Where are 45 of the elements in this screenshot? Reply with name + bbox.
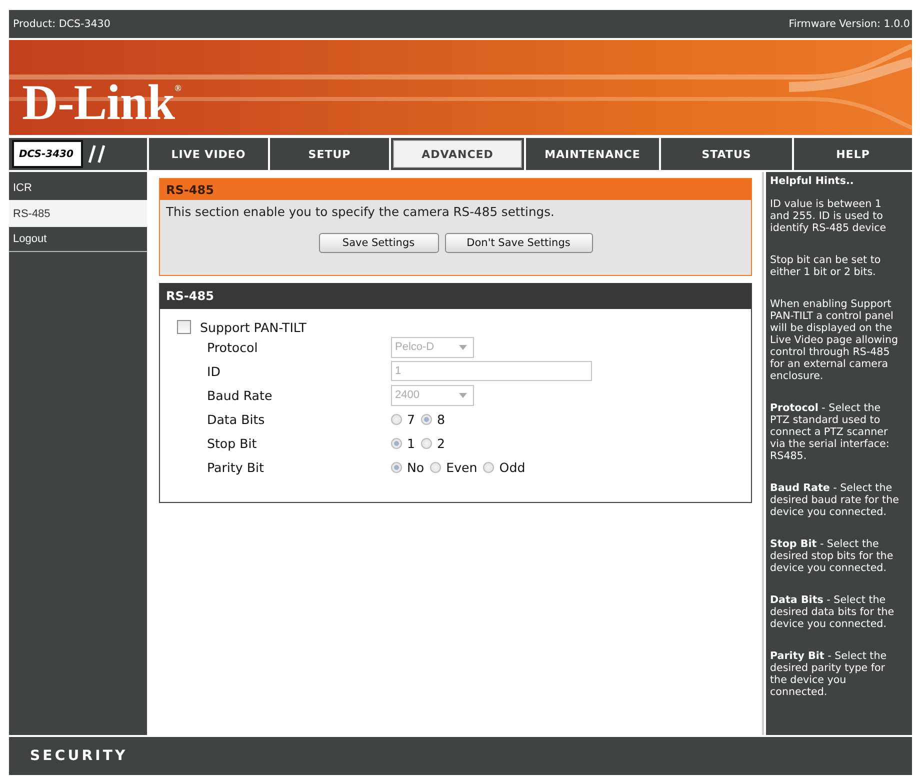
hint-text: Data Bits - Select the desired data bits for the device you connected.	[770, 594, 896, 630]
field-label: Protocol	[207, 340, 259, 354]
field-label: ID	[207, 364, 222, 378]
settings-button[interactable]: Don't Save Settings	[444, 233, 592, 253]
caret-icon	[459, 392, 467, 398]
radio-label: No	[407, 460, 424, 474]
panel-title: RS-485	[166, 182, 214, 196]
radio-label: 1	[407, 436, 416, 450]
hint-text: Protocol - Select the PTZ standard used to connect a PTZ scanner via the serial interface: RS485.	[770, 402, 890, 462]
help-title: Helpful Hints..	[770, 175, 855, 187]
hint-text: Baud Rate - Select the desired baud rate for the device you connected.	[770, 482, 900, 518]
nav-tab[interactable]: ADVANCED	[391, 138, 524, 170]
nav-tab[interactable]: SETUP	[270, 138, 389, 170]
nav-tab[interactable]: STATUS	[661, 138, 792, 170]
product-name: Product: DCS-3430	[13, 18, 110, 30]
radio-label: Odd	[499, 460, 526, 474]
hint-text: ID value is between 1 and 255. ID is used to identify RS-485 device	[770, 198, 888, 234]
intro-text: This section enable you to specify the camera RS-485 settings.	[166, 205, 556, 219]
radio-label: 7	[407, 412, 416, 426]
sidebar-item[interactable]: RS-485	[9, 200, 147, 227]
hint-text: Parity Bit - Select the desired parity type for the device you connected.	[770, 650, 888, 698]
hint-text: Stop bit can be set to either 1 bit or 2 bits.	[770, 254, 882, 278]
brand-logo: D-Link$^{®}$	[22, 73, 181, 130]
caret-icon	[459, 344, 467, 350]
field-label: Baud Rate	[207, 388, 274, 402]
checkbox[interactable]	[177, 320, 191, 334]
field-label: Stop Bit	[207, 436, 258, 450]
field-label: Data Bits	[207, 412, 266, 426]
model-name: DCS-3430	[12, 140, 84, 168]
hint-text: Stop Bit - Select the desired stop bits for the device you connected.	[770, 538, 894, 574]
checkbox-label: Support PAN-TILT	[200, 320, 306, 334]
sidebar-item[interactable]: ICR	[9, 175, 147, 200]
radio-label: Even	[446, 460, 478, 474]
hint-text: When enabling Support PAN-TILT a control panel will be displayed on the Live Video page allowing control through RS-485 for an external camera enclosure.	[770, 298, 900, 382]
panel-title: RS-485	[166, 289, 214, 303]
nav-tab[interactable]: LIVE VIDEO	[149, 138, 268, 170]
sidebar-item[interactable]: Logout	[9, 227, 147, 252]
nav-tab[interactable]: HELP	[794, 138, 912, 170]
radio-label: 2	[437, 436, 446, 450]
settings-button[interactable]: Save Settings	[318, 233, 438, 253]
firmware-version: Firmware Version: 1.0.0	[788, 18, 910, 30]
footer-brand: SECURITY	[30, 748, 128, 764]
radio-label: 8	[437, 412, 446, 426]
nav-tab[interactable]: MAINTENANCE	[526, 138, 659, 170]
field-label: Parity Bit	[207, 460, 265, 474]
